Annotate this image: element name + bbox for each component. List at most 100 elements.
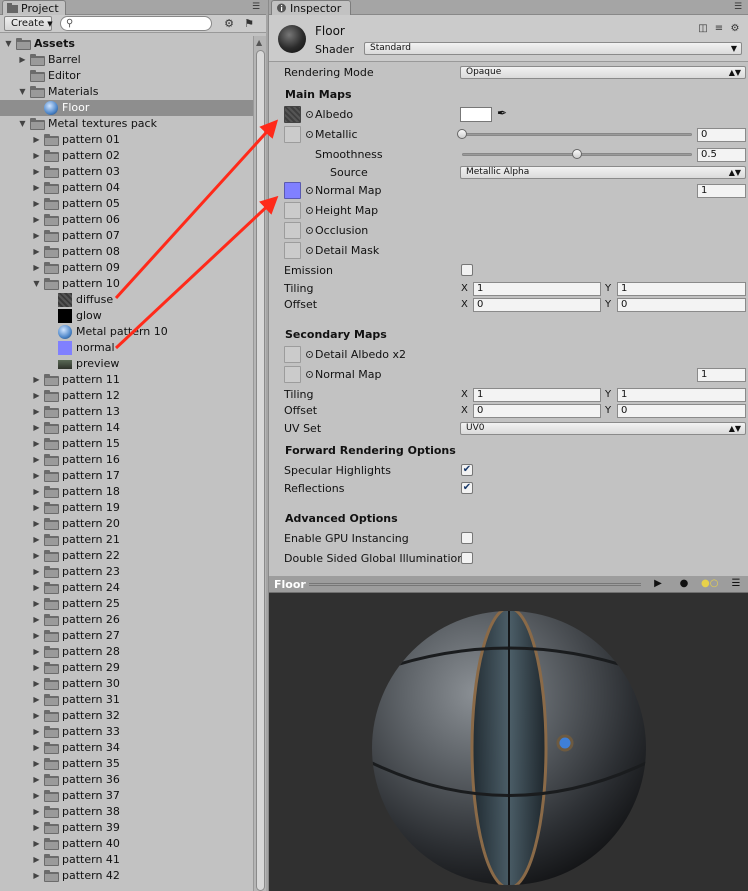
- collapsed-arrow-icon[interactable]: ▶: [32, 196, 41, 212]
- collapsed-arrow-icon[interactable]: ▶: [32, 436, 41, 452]
- tree-row[interactable]: ▶ pattern 35: [0, 756, 253, 772]
- collapsed-arrow-icon[interactable]: ▶: [32, 372, 41, 388]
- tiling-y-field[interactable]: 1: [617, 282, 746, 296]
- uv-set-dropdown[interactable]: UV0 ▲▼: [460, 422, 746, 435]
- collapsed-arrow-icon[interactable]: ▶: [32, 484, 41, 500]
- collapsed-arrow-icon[interactable]: ▶: [32, 836, 41, 852]
- expanded-arrow-icon[interactable]: ▼: [18, 116, 27, 132]
- collapsed-arrow-icon[interactable]: ▶: [32, 788, 41, 804]
- collapsed-arrow-icon[interactable]: ▶: [32, 564, 41, 580]
- tree-row[interactable]: ▼ Metal textures pack: [0, 116, 253, 132]
- tree-row[interactable]: ▶ pattern 01: [0, 132, 253, 148]
- collapsed-arrow-icon[interactable]: ▶: [32, 724, 41, 740]
- collapsed-arrow-icon[interactable]: ▶: [32, 628, 41, 644]
- object-picker-icon[interactable]: [306, 351, 313, 358]
- albedo-color-swatch[interactable]: [460, 107, 492, 122]
- offset-y-field[interactable]: 0: [617, 298, 746, 312]
- create-button[interactable]: Create ▼: [4, 16, 53, 31]
- tree-row[interactable]: ▶ pattern 27: [0, 628, 253, 644]
- preview-sphere-render[interactable]: [269, 593, 748, 891]
- object-picker-icon[interactable]: [306, 227, 313, 234]
- settings-sliders-icon[interactable]: ≡: [713, 23, 725, 35]
- occlusion-texture-slot[interactable]: [284, 222, 301, 239]
- project-scrollbar[interactable]: ▲: [253, 36, 266, 891]
- collapsed-arrow-icon[interactable]: ▶: [32, 452, 41, 468]
- collapsed-arrow-icon[interactable]: ▶: [32, 180, 41, 196]
- collapsed-arrow-icon[interactable]: ▶: [32, 420, 41, 436]
- tree-row[interactable]: ▶ pattern 37: [0, 788, 253, 804]
- double-sided-gi-checkbox[interactable]: [461, 552, 473, 564]
- secondary-normal-scale-field[interactable]: 1: [697, 368, 746, 382]
- tree-row[interactable]: ▶ pattern 33: [0, 724, 253, 740]
- collapsed-arrow-icon[interactable]: ▶: [32, 468, 41, 484]
- tree-row[interactable]: ▶ pattern 22: [0, 548, 253, 564]
- tree-row[interactable]: ▶ pattern 23: [0, 564, 253, 580]
- detail-albedo-texture-slot[interactable]: [284, 346, 301, 363]
- inspector-menu-icon[interactable]: ☰: [732, 2, 744, 12]
- help-book-icon[interactable]: ◫: [697, 23, 709, 35]
- collapsed-arrow-icon[interactable]: ▶: [32, 212, 41, 228]
- filter-by-label-icon[interactable]: ⚑: [242, 17, 256, 30]
- tree-row[interactable]: ▶ pattern 09: [0, 260, 253, 276]
- collapsed-arrow-icon[interactable]: ▶: [18, 52, 27, 68]
- tree-row[interactable]: preview: [0, 356, 253, 372]
- collapsed-arrow-icon[interactable]: ▶: [32, 244, 41, 260]
- tree-row[interactable]: ▶ pattern 36: [0, 772, 253, 788]
- shader-dropdown[interactable]: Standard ▼: [364, 42, 742, 55]
- normal-map-scale-field[interactable]: 1: [697, 184, 746, 198]
- tree-row[interactable]: ▶ pattern 30: [0, 676, 253, 692]
- tree-row[interactable]: ▶ pattern 02: [0, 148, 253, 164]
- smoothness-slider-knob[interactable]: [572, 149, 582, 159]
- gpu-instancing-checkbox[interactable]: [461, 532, 473, 544]
- object-picker-icon[interactable]: [306, 131, 313, 138]
- rendering-mode-dropdown[interactable]: Opaque ▲▼: [460, 66, 746, 79]
- tab-inspector[interactable]: Inspector: [271, 0, 351, 15]
- expanded-arrow-icon[interactable]: ▼: [18, 84, 27, 100]
- collapsed-arrow-icon[interactable]: ▶: [32, 756, 41, 772]
- object-picker-icon[interactable]: [306, 371, 313, 378]
- collapsed-arrow-icon[interactable]: ▶: [32, 868, 41, 884]
- tree-row[interactable]: ▶ pattern 29: [0, 660, 253, 676]
- tree-row[interactable]: ▶ pattern 16: [0, 452, 253, 468]
- specular-highlights-checkbox[interactable]: ✔: [461, 464, 473, 476]
- tree-row[interactable]: ▶ pattern 28: [0, 644, 253, 660]
- collapsed-arrow-icon[interactable]: ▶: [32, 596, 41, 612]
- tree-row[interactable]: ▶ pattern 15: [0, 436, 253, 452]
- collapsed-arrow-icon[interactable]: ▶: [32, 740, 41, 756]
- secondary-offset-y-field[interactable]: 0: [617, 404, 746, 418]
- collapsed-arrow-icon[interactable]: ▶: [32, 708, 41, 724]
- collapsed-arrow-icon[interactable]: ▶: [32, 692, 41, 708]
- tree-row[interactable]: Metal pattern 10: [0, 324, 253, 340]
- tree-row[interactable]: ▶ pattern 42: [0, 868, 253, 884]
- tree-row[interactable]: diffuse: [0, 292, 253, 308]
- tree-row[interactable]: ▶ pattern 41: [0, 852, 253, 868]
- tree-row[interactable]: ▶ pattern 04: [0, 180, 253, 196]
- albedo-texture-slot[interactable]: [284, 106, 301, 123]
- collapsed-arrow-icon[interactable]: ▶: [32, 676, 41, 692]
- normal-map-texture-slot[interactable]: [284, 182, 301, 199]
- secondary-offset-x-field[interactable]: 0: [473, 404, 601, 418]
- detail-mask-texture-slot[interactable]: [284, 242, 301, 259]
- collapsed-arrow-icon[interactable]: ▶: [32, 260, 41, 276]
- tree-row[interactable]: ▶ pattern 21: [0, 532, 253, 548]
- object-picker-icon[interactable]: [306, 207, 313, 214]
- tree-row[interactable]: ▶ pattern 20: [0, 516, 253, 532]
- metallic-texture-slot[interactable]: [284, 126, 301, 143]
- collapsed-arrow-icon[interactable]: ▶: [32, 548, 41, 564]
- tree-row[interactable]: ▶ pattern 03: [0, 164, 253, 180]
- collapsed-arrow-icon[interactable]: ▶: [32, 228, 41, 244]
- tree-row[interactable]: ▶ pattern 31: [0, 692, 253, 708]
- play-icon[interactable]: ▶: [651, 578, 665, 590]
- secondary-tiling-y-field[interactable]: 1: [617, 388, 746, 402]
- preview-toolbar[interactable]: Floor ▶ ● ●○ ☰: [269, 576, 748, 593]
- collapsed-arrow-icon[interactable]: ▶: [32, 644, 41, 660]
- tree-row[interactable]: Floor: [0, 100, 253, 116]
- collapsed-arrow-icon[interactable]: ▶: [32, 388, 41, 404]
- secondary-tiling-x-field[interactable]: 1: [473, 388, 601, 402]
- search-input[interactable]: ⚲: [60, 16, 212, 31]
- collapsed-arrow-icon[interactable]: ▶: [32, 148, 41, 164]
- tree-row[interactable]: ▶ pattern 14: [0, 420, 253, 436]
- tree-row[interactable]: ▶ pattern 05: [0, 196, 253, 212]
- preview-sphere-icon[interactable]: ●: [677, 578, 691, 590]
- scrollbar-thumb[interactable]: [256, 50, 265, 891]
